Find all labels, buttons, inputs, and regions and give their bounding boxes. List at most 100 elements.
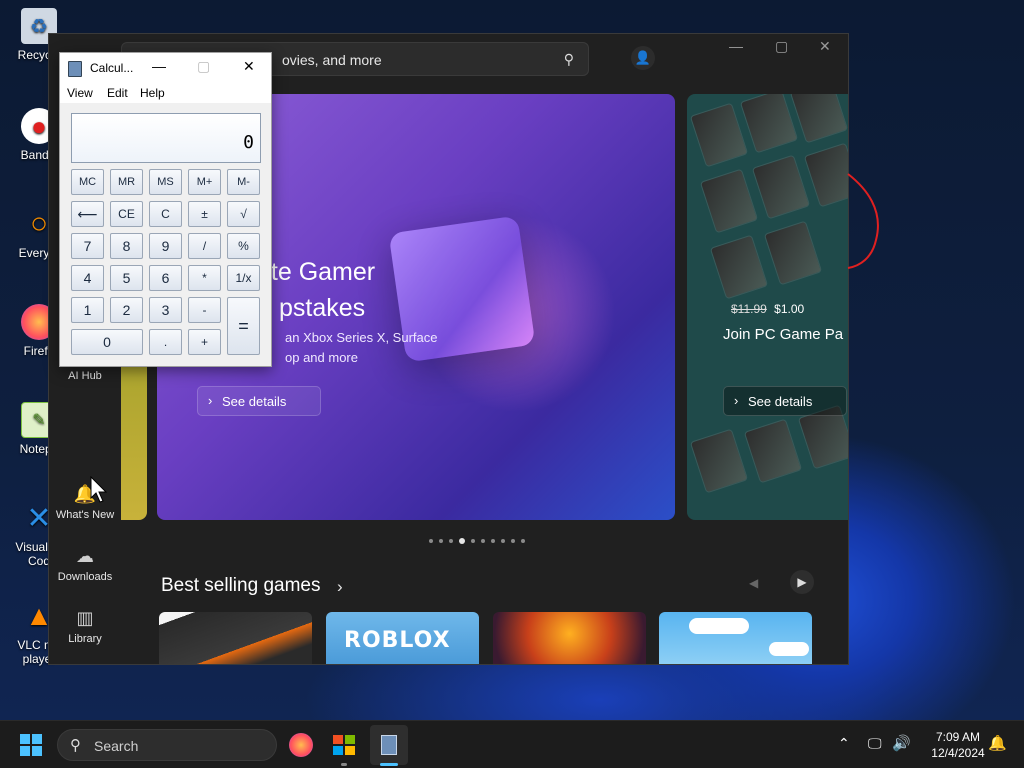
divide-button[interactable]: / [188, 233, 221, 259]
m-minus-button[interactable]: M- [227, 169, 260, 195]
sqrt-button[interactable]: √ [227, 201, 260, 227]
new-price: $1.00 [774, 302, 805, 316]
plus-button[interactable]: + [188, 329, 221, 355]
carousel-dot[interactable] [481, 539, 485, 543]
decimal-button[interactable]: . [149, 329, 182, 355]
start-button[interactable] [20, 734, 42, 756]
store-maximize-button[interactable]: ▢ [775, 38, 788, 55]
carousel-dot[interactable] [491, 539, 495, 543]
carousel-dot[interactable] [471, 539, 475, 543]
hero-button-label: See details [222, 394, 287, 409]
m-plus-button[interactable]: M+ [188, 169, 221, 195]
chevron-up-icon[interactable]: ⌃ [838, 735, 850, 752]
scroll-right-button[interactable]: ▶ [790, 570, 814, 594]
menu-edit[interactable]: Edit [107, 86, 128, 100]
carousel-dot[interactable] [521, 539, 525, 543]
digit-4-button[interactable]: 4 [71, 265, 104, 291]
windows-logo-pane [32, 746, 42, 756]
ce-button[interactable]: CE [110, 201, 143, 227]
digit-9-button[interactable]: 9 [149, 233, 182, 259]
carousel-dot[interactable] [439, 539, 443, 543]
calculator-titlebar[interactable]: Calcul... — ▢ ✕ [60, 53, 271, 83]
menu-help[interactable]: Help [140, 86, 165, 100]
taskbar: ⚲ Search ⌃ 🖵 🔊 7:09 AM 12/4/2024 🔔 [0, 720, 1024, 768]
game-pass-title: Join PC Game Pa [723, 326, 844, 343]
hero-subtitle-line2: op and more [285, 350, 358, 365]
minus-button[interactable]: - [188, 297, 221, 323]
digit-8-button[interactable]: 8 [110, 233, 143, 259]
hero-banner-pc-game-pass[interactable]: $11.99 $1.00 Join PC Game Pa › See detai… [687, 94, 848, 520]
clear-button[interactable]: C [149, 201, 182, 227]
calculator-menu-bar: View Edit Help [60, 83, 271, 103]
sidebar-item-label: AI Hub [68, 370, 102, 382]
menu-view[interactable]: View [67, 86, 93, 100]
reciprocal-button[interactable]: 1/x [227, 265, 260, 291]
search-icon[interactable]: ⚲ [564, 51, 574, 68]
scroll-left-button[interactable]: ◀ [749, 576, 758, 590]
mouse-cursor-icon [90, 476, 108, 503]
plus-minus-button[interactable]: ± [188, 201, 221, 227]
notification-bell-icon[interactable]: 🔔 [988, 734, 1007, 752]
chevron-right-icon[interactable]: › [337, 577, 343, 597]
calc-minimize-button[interactable]: — [152, 58, 166, 74]
digit-6-button[interactable]: 6 [149, 265, 182, 291]
chevron-right-icon: › [208, 393, 213, 408]
calculator-app-icon [68, 61, 82, 77]
percent-button[interactable]: % [227, 233, 260, 259]
digit-0-button[interactable]: 0 [71, 329, 143, 355]
hero-title: ate Gamer pstakes [257, 254, 375, 326]
sidebar-item-ai-hub[interactable]: AI Hub [49, 370, 121, 382]
store-close-button[interactable]: ✕ [819, 38, 831, 55]
calc-close-button[interactable]: ✕ [243, 58, 255, 75]
store-minimize-button[interactable]: — [729, 38, 743, 54]
carousel-indicator[interactable] [429, 538, 525, 544]
game-tile [699, 168, 759, 234]
game-card[interactable] [159, 612, 312, 664]
digit-7-button[interactable]: 7 [71, 233, 104, 259]
game-tile [709, 234, 769, 300]
taskbar-firefox[interactable] [285, 729, 317, 761]
game-card[interactable] [493, 612, 646, 664]
carousel-dot-active[interactable] [459, 538, 465, 544]
game-pass-button-label: See details [748, 394, 813, 409]
cloud-shape [689, 618, 749, 634]
equals-button[interactable]: = [227, 297, 260, 355]
carousel-dot[interactable] [449, 539, 453, 543]
backspace-button[interactable]: ⟵ [71, 201, 104, 227]
taskbar-microsoft-store[interactable] [328, 729, 360, 761]
best-selling-games-heading[interactable]: Best selling games [161, 575, 320, 597]
carousel-dot[interactable] [501, 539, 505, 543]
search-icon: ⚲ [70, 737, 81, 754]
store-bag-icon [333, 735, 355, 755]
game-card-roblox[interactable]: ROBLOX [326, 612, 479, 664]
carousel-dot[interactable] [429, 539, 433, 543]
volume-icon[interactable]: 🔊 [892, 734, 911, 752]
digit-1-button[interactable]: 1 [71, 297, 104, 323]
multiply-button[interactable]: * [188, 265, 221, 291]
calc-maximize-button[interactable]: ▢ [197, 58, 210, 75]
hero-title-line2: pstakes [279, 294, 366, 322]
mc-button[interactable]: MC [71, 169, 104, 195]
mr-button[interactable]: MR [110, 169, 143, 195]
sidebar-item-library[interactable]: ▥ Library [49, 608, 121, 645]
taskbar-search-box[interactable]: ⚲ Search [57, 729, 277, 761]
carousel-dot[interactable] [511, 539, 515, 543]
calculator-window: Calcul... — ▢ ✕ View Edit Help 0 MC MR M… [59, 52, 272, 367]
sidebar-item-whats-new[interactable]: 🔔 What's New [49, 484, 121, 521]
game-tile [789, 94, 848, 144]
game-pass-see-details-button[interactable]: › See details [723, 386, 847, 416]
network-icon[interactable]: 🖵 [868, 735, 882, 752]
calculator-title: Calcul... [90, 61, 134, 75]
ms-button[interactable]: MS [149, 169, 182, 195]
account-icon[interactable]: 👤 [631, 46, 655, 70]
digit-3-button[interactable]: 3 [149, 297, 182, 323]
digit-5-button[interactable]: 5 [110, 265, 143, 291]
digit-2-button[interactable]: 2 [110, 297, 143, 323]
active-indicator [380, 763, 398, 766]
sidebar-item-downloads[interactable]: ☁ Downloads [49, 546, 121, 583]
sidebar-item-label: Library [68, 633, 102, 645]
game-card[interactable] [659, 612, 812, 664]
hero-see-details-button[interactable]: › See details [197, 386, 321, 416]
game-tile [743, 418, 803, 484]
taskbar-calculator[interactable] [370, 725, 408, 765]
